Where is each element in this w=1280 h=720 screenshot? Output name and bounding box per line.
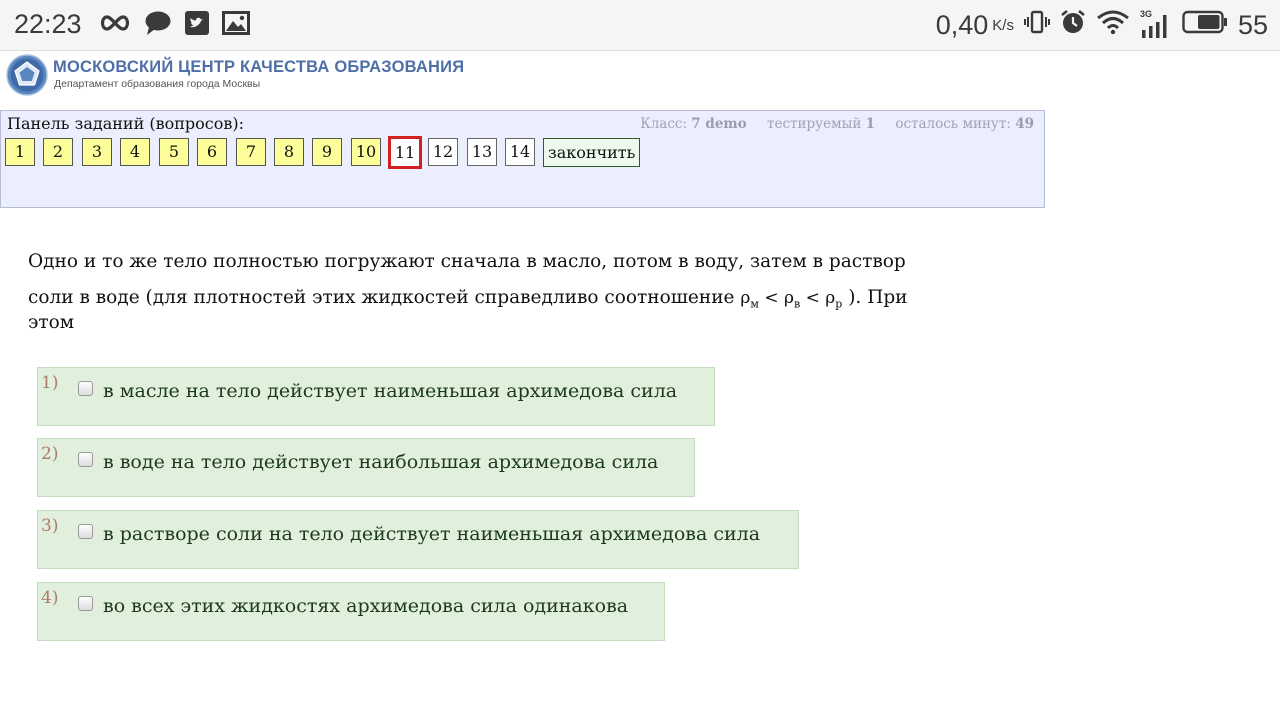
status-bar: 22:23 0,40 K/s 3G 55	[0, 0, 1280, 51]
question-button-5[interactable]: 5	[159, 138, 189, 166]
answer-number: 3)	[41, 516, 59, 536]
battery-icon	[1182, 10, 1228, 41]
network-speed: 0,40	[935, 10, 989, 40]
session-info: Класс: 7 demo тестируемый 1 осталось мин…	[624, 116, 1034, 132]
question-button-7[interactable]: 7	[236, 138, 266, 166]
class-info: Класс: 7 demo	[640, 116, 747, 132]
wifi-icon	[1096, 9, 1130, 42]
org-subtitle: Департамент образования города Москвы	[54, 78, 261, 90]
question-button-11[interactable]: 11	[388, 136, 422, 169]
density-relation: ρм < ρв < ρр	[740, 288, 843, 311]
answer-number: 1)	[41, 373, 59, 393]
answer-checkbox[interactable]	[78, 381, 93, 396]
tested-info: тестируемый 1	[767, 116, 876, 132]
gallery-icon	[222, 11, 250, 40]
question-button-8[interactable]: 8	[274, 138, 304, 166]
question-button-6[interactable]: 6	[197, 138, 227, 166]
minutes-left-info: осталось минут: 49	[895, 116, 1034, 132]
twitter-icon	[184, 10, 210, 41]
question-button-4[interactable]: 4	[120, 138, 150, 166]
panel-title: Панель заданий (вопросов):	[7, 114, 244, 133]
infinity-icon	[98, 13, 132, 38]
question-button-10[interactable]: 10	[351, 138, 381, 166]
answer-option-2[interactable]: 2) в воде на тело действует наибольшая а…	[37, 438, 695, 497]
answer-text: в воде на тело действует наибольшая архи…	[103, 451, 659, 473]
question-text: Одно и то же тело полностью погружают сн…	[28, 251, 908, 334]
org-logo[interactable]: МОСКОВСКИЙ ЦЕНТР КАЧЕСТВА ОБРАЗОВАНИЯ Де…	[6, 54, 464, 98]
answer-text: в растворе соли на тело действует наимен…	[103, 523, 761, 545]
question-button-14[interactable]: 14	[505, 138, 535, 166]
answer-option-3[interactable]: 3) в растворе соли на тело действует наи…	[37, 510, 799, 569]
question-button-13[interactable]: 13	[467, 138, 497, 166]
question-button-1[interactable]: 1	[5, 138, 35, 166]
battery-level: 55	[1237, 10, 1268, 40]
answer-option-4[interactable]: 4) во всех этих жидкостях архимедова сил…	[37, 582, 665, 641]
alarm-icon	[1060, 9, 1086, 42]
signal-icon: 3G	[1140, 9, 1172, 40]
clock: 22:23	[14, 9, 82, 39]
question-button-12[interactable]: 12	[428, 138, 458, 166]
answer-checkbox[interactable]	[78, 596, 93, 611]
answer-text: в масле на тело действует наименьшая арх…	[103, 380, 678, 402]
question-button-3[interactable]: 3	[82, 138, 112, 166]
answer-text: во всех этих жидкостях архимедова сила о…	[103, 595, 629, 617]
answer-checkbox[interactable]	[78, 524, 93, 539]
answer-number: 4)	[41, 588, 59, 608]
task-panel: Панель заданий (вопросов): Класс: 7 demo…	[0, 110, 1045, 208]
vibrate-icon	[1023, 10, 1050, 41]
org-title: МОСКОВСКИЙ ЦЕНТР КАЧЕСТВА ОБРАЗОВАНИЯ	[53, 58, 465, 76]
pentagon-emblem-icon	[6, 54, 48, 96]
answer-number: 2)	[41, 444, 59, 464]
network-speed-unit: K/s	[992, 17, 1014, 34]
answer-checkbox[interactable]	[78, 452, 93, 467]
finish-button[interactable]: закончить	[543, 138, 641, 167]
question-button-2[interactable]: 2	[43, 138, 73, 166]
question-button-9[interactable]: 9	[312, 138, 342, 166]
chat-icon	[144, 10, 172, 41]
answer-option-1[interactable]: 1) в масле на тело действует наименьшая …	[37, 367, 715, 426]
